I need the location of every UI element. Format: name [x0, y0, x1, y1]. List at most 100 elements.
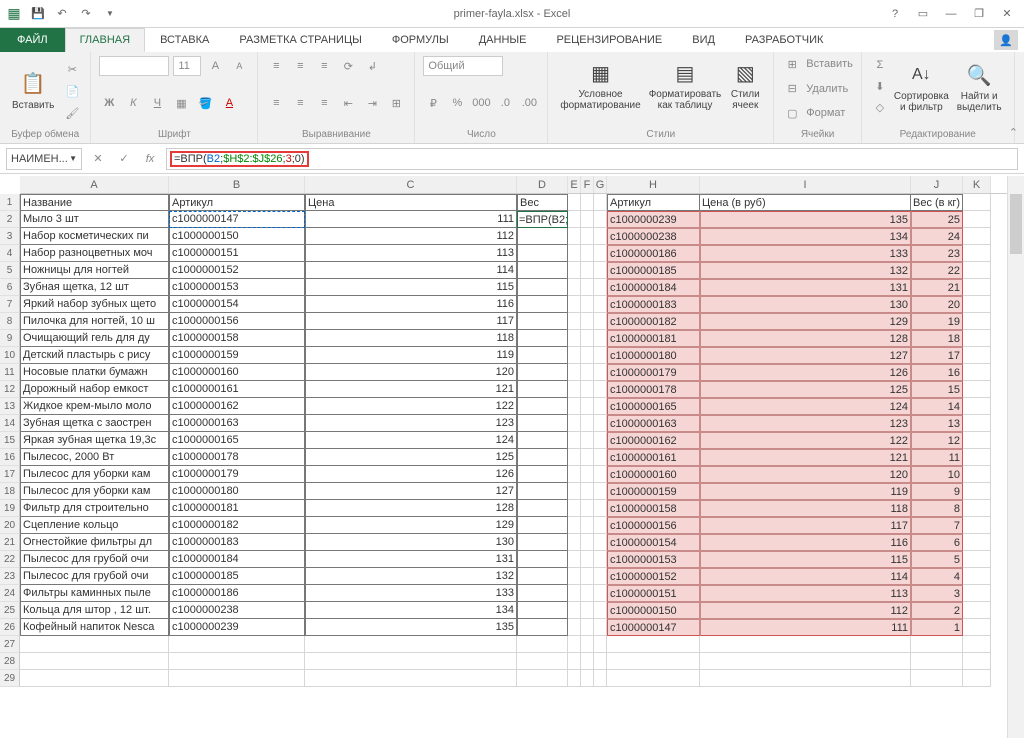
grow-font-icon[interactable]: A [205, 56, 225, 76]
cell[interactable] [700, 636, 911, 653]
cell[interactable]: Фильтр для строительно [20, 500, 169, 517]
col-header[interactable]: B [169, 176, 305, 193]
tab-review[interactable]: РЕЦЕНЗИРОВАНИЕ [541, 28, 677, 52]
row-header[interactable]: 23 [0, 568, 20, 585]
cut-icon[interactable]: ✂ [62, 59, 82, 79]
cell[interactable]: 2 [911, 602, 963, 619]
merge-icon[interactable]: ⊞ [386, 93, 406, 113]
align-center-icon[interactable]: ≡ [290, 93, 310, 113]
cell[interactable]: c1000000179 [607, 364, 700, 381]
cell[interactable] [581, 330, 594, 347]
cell[interactable]: c1000000239 [169, 619, 305, 636]
cell[interactable] [594, 330, 607, 347]
row-header[interactable]: 25 [0, 602, 20, 619]
cell[interactable]: 133 [305, 585, 517, 602]
cell[interactable] [517, 364, 568, 381]
col-header[interactable]: H [607, 176, 700, 193]
cell[interactable]: Пылесос для грубой очи [20, 568, 169, 585]
cell[interactable] [517, 636, 568, 653]
cell[interactable] [517, 330, 568, 347]
row-header[interactable]: 12 [0, 381, 20, 398]
cell[interactable] [581, 432, 594, 449]
cell[interactable]: Дорожный набор емкост [20, 381, 169, 398]
cell[interactable] [568, 670, 581, 687]
cell[interactable]: 128 [305, 500, 517, 517]
cell[interactable] [517, 398, 568, 415]
cell[interactable]: 128 [700, 330, 911, 347]
row-header[interactable]: 6 [0, 279, 20, 296]
col-header[interactable]: J [911, 176, 963, 193]
cell[interactable] [594, 296, 607, 313]
cell[interactable]: Яркий набор зубных щето [20, 296, 169, 313]
cell[interactable] [568, 262, 581, 279]
row-header[interactable]: 9 [0, 330, 20, 347]
cell[interactable]: 16 [911, 364, 963, 381]
cell[interactable]: 9 [911, 483, 963, 500]
cell[interactable]: c1000000162 [607, 432, 700, 449]
cell[interactable]: 130 [305, 534, 517, 551]
cell[interactable]: 114 [305, 262, 517, 279]
cell[interactable] [568, 585, 581, 602]
cell[interactable] [594, 381, 607, 398]
cell[interactable]: 5 [911, 551, 963, 568]
row-header[interactable]: 27 [0, 636, 20, 653]
align-top-icon[interactable]: ≡ [266, 56, 286, 76]
cell[interactable] [963, 602, 991, 619]
align-left-icon[interactable]: ≡ [266, 93, 286, 113]
col-header[interactable]: K [963, 176, 991, 193]
cell[interactable]: c1000000152 [169, 262, 305, 279]
formula-bar[interactable]: =ВПР(B2;$H$2:$J$26;3;0) [166, 148, 1018, 170]
chevron-down-icon[interactable]: ▼ [69, 154, 77, 163]
cell[interactable]: 14 [911, 398, 963, 415]
cell[interactable] [963, 466, 991, 483]
cell[interactable] [963, 568, 991, 585]
help-icon[interactable]: ? [882, 4, 908, 24]
cell[interactable] [568, 381, 581, 398]
row-header[interactable]: 2 [0, 211, 20, 228]
cell[interactable] [517, 381, 568, 398]
cell[interactable] [581, 670, 594, 687]
cell[interactable]: 133 [700, 245, 911, 262]
cell[interactable]: c1000000184 [169, 551, 305, 568]
cell[interactable]: c1000000185 [169, 568, 305, 585]
cell[interactable]: Вес [517, 194, 568, 211]
row-header[interactable]: 16 [0, 449, 20, 466]
cell[interactable]: Пилочка для ногтей, 10 ш [20, 313, 169, 330]
tab-data[interactable]: ДАННЫЕ [464, 28, 542, 52]
cell[interactable] [517, 551, 568, 568]
currency-icon[interactable]: ₽ [423, 93, 443, 113]
cell[interactable]: Пылесос, 2000 Вт [20, 449, 169, 466]
cell[interactable] [169, 670, 305, 687]
cell[interactable]: Пылесос для грубой очи [20, 551, 169, 568]
qat-dropdown-icon[interactable]: ▼ [99, 3, 121, 25]
restore-icon[interactable]: ❐ [966, 4, 992, 24]
cell[interactable]: 19 [911, 313, 963, 330]
cell[interactable]: 4 [911, 568, 963, 585]
cell[interactable]: c1000000180 [607, 347, 700, 364]
cell[interactable]: c1000000159 [169, 347, 305, 364]
col-header[interactable]: F [581, 176, 594, 193]
cell[interactable] [568, 228, 581, 245]
shrink-font-icon[interactable]: A [229, 56, 249, 76]
border-icon[interactable]: ▦ [171, 93, 191, 113]
cell[interactable]: 120 [305, 364, 517, 381]
cell[interactable]: c1000000178 [169, 449, 305, 466]
cell[interactable]: 132 [700, 262, 911, 279]
cell[interactable]: Сцепление кольцо [20, 517, 169, 534]
cell[interactable] [963, 483, 991, 500]
percent-icon[interactable]: % [447, 93, 467, 113]
cell[interactable]: Яркая зубная щетка 19,3с [20, 432, 169, 449]
cell[interactable]: 111 [305, 211, 517, 228]
tab-pagelayout[interactable]: РАЗМЕТКА СТРАНИЦЫ [224, 28, 376, 52]
cell[interactable]: 25 [911, 211, 963, 228]
cell[interactable] [911, 670, 963, 687]
cell[interactable]: 119 [305, 347, 517, 364]
vertical-scrollbar[interactable] [1007, 176, 1024, 738]
cell[interactable] [594, 228, 607, 245]
cell[interactable] [20, 636, 169, 653]
cell[interactable]: 135 [700, 211, 911, 228]
tab-formulas[interactable]: ФОРМУЛЫ [377, 28, 464, 52]
cell[interactable]: Пылесос для уборки кам [20, 466, 169, 483]
cell[interactable] [581, 500, 594, 517]
cell[interactable]: c1000000239 [607, 211, 700, 228]
